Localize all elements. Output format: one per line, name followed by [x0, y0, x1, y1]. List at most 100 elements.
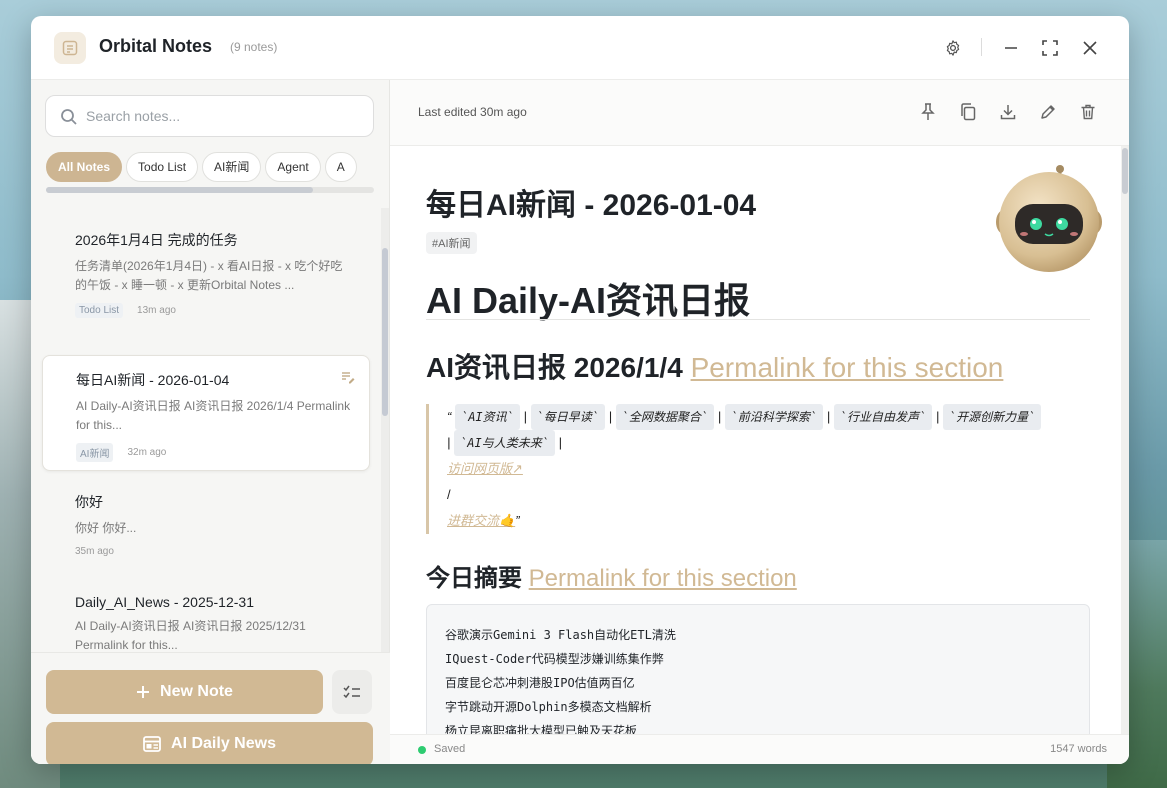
permalink-link[interactable]: Permalink for this section	[529, 565, 797, 592]
sidebar-actions: New Note AI Daily News	[31, 652, 390, 764]
note-list-scrollbar[interactable]	[381, 208, 389, 652]
quote-close-mark: ”	[515, 513, 520, 528]
filter-chip-todo-list[interactable]: Todo List	[126, 152, 199, 182]
checklist-icon	[343, 685, 360, 699]
join-group-link[interactable]: 进群交流🤙	[447, 513, 515, 528]
inline-code: `AI与人类未来`	[454, 430, 555, 456]
web-version-link[interactable]: 访问网页版↗	[447, 461, 523, 476]
title-bar-divider	[981, 38, 982, 56]
settings-button[interactable]	[941, 36, 965, 60]
sidebar: All NotesTodo ListAI新闻AgentA 2026年1月4日 完…	[31, 80, 390, 764]
quote-sep: |	[717, 409, 722, 424]
edit-indicator-icon	[341, 370, 355, 389]
note-preview: AI Daily-AI资讯日报 AI资讯日报 2026/1/4 Permalin…	[76, 399, 351, 432]
close-button[interactable]	[1078, 36, 1102, 60]
title-bar: Orbital Notes (9 notes)	[31, 16, 1129, 80]
heading-1: AI Daily-AI资讯日报	[426, 280, 751, 321]
document-tag[interactable]: #AI新闻	[426, 232, 477, 254]
filter-chip-agent[interactable]: Agent	[265, 152, 321, 182]
note-item[interactable]: Daily_AI_News - 2025-12-31 AI Daily-AI资讯…	[42, 576, 370, 652]
ai-daily-news-label: AI Daily News	[171, 735, 276, 752]
note-item[interactable]: 2026年1月4日 完成的任务 任务清单(2026年1月4日) - x 看AI日…	[42, 214, 370, 332]
pin-button[interactable]	[917, 101, 939, 123]
filter-scrollbar-thumb[interactable]	[46, 187, 313, 193]
note-item[interactable]: 你好 你好 你好... 35m ago	[42, 472, 370, 568]
note-list: 2026年1月4日 完成的任务 任务清单(2026年1月4日) - x 看AI日…	[31, 208, 390, 652]
quote-sep: |	[608, 409, 612, 424]
saved-indicator-dot	[418, 746, 426, 754]
close-icon	[1083, 41, 1097, 55]
note-title: Daily_AI_News - 2025-12-31	[75, 594, 254, 610]
inline-code: `每日早读`	[530, 404, 605, 430]
search-box[interactable]	[45, 95, 374, 137]
inline-code: `前沿科学探索`	[724, 404, 824, 430]
quote-slash: /	[447, 487, 451, 502]
inline-code: `AI资讯`	[454, 404, 520, 430]
trash-icon	[1081, 104, 1095, 120]
app-title: Orbital Notes	[99, 36, 213, 56]
quote-sep: |	[558, 435, 562, 450]
quote-sep: |	[447, 435, 451, 450]
minimize-icon	[1005, 47, 1017, 49]
download-icon	[1000, 105, 1016, 120]
quote-sep: |	[935, 409, 940, 424]
note-count: (9 notes)	[230, 40, 278, 54]
delete-button[interactable]	[1077, 101, 1099, 123]
note-tag: Todo List	[75, 303, 124, 318]
filter-chip-all-notes[interactable]: All Notes	[46, 152, 123, 182]
note-title: 每日AI新闻 - 2026-01-04	[76, 372, 230, 388]
note-meta: 35m ago	[75, 546, 354, 557]
heading-2: AI资讯日报 2026/1/4 Permalink for this secti…	[426, 346, 1003, 386]
code-line: IQuest-Coder代码模型涉嫌训练集作弊	[445, 652, 664, 666]
newspaper-icon	[143, 736, 161, 752]
ai-daily-news-button[interactable]: AI Daily News	[46, 722, 373, 764]
note-list-scrollbar-thumb[interactable]	[382, 248, 388, 416]
note-preview: AI Daily-AI资讯日报 AI资讯日报 2025/12/31 Permal…	[75, 619, 306, 652]
note-tag: AI新闻	[76, 443, 114, 462]
code-line: 谷歌演示Gemini 3 Flash自动化ETL清洗	[445, 628, 676, 642]
search-icon	[61, 109, 77, 125]
code-line: 杨立昆离职痛批大模型已触及天花板	[445, 724, 638, 734]
filter-chip-ai-news[interactable]: AI新闻	[202, 152, 262, 182]
maximize-button[interactable]	[1038, 36, 1062, 60]
quote-open-mark: “	[447, 409, 452, 424]
new-note-label: New Note	[160, 683, 233, 700]
search-input[interactable]	[86, 96, 366, 136]
checklist-button[interactable]	[332, 670, 372, 714]
editor-scrollbar[interactable]	[1121, 146, 1129, 734]
word-count: 1547 words	[1050, 743, 1107, 755]
quote-sep: |	[523, 409, 527, 424]
permalink-link[interactable]: Permalink for this section	[691, 352, 1004, 383]
pin-icon	[921, 103, 935, 120]
heading-3-text: 今日摘要	[426, 565, 522, 592]
note-preview: 任务清单(2026年1月4日) - x 看AI日报 - x 吃个好吃的午饭 - …	[75, 259, 343, 292]
minimize-button[interactable]	[999, 36, 1023, 60]
new-note-button[interactable]: New Note	[46, 670, 323, 714]
robot-mascot-icon[interactable]	[990, 164, 1108, 282]
heading-rule	[426, 319, 1090, 320]
filter-scrollbar[interactable]	[46, 187, 374, 193]
edit-button[interactable]	[1037, 101, 1059, 123]
inline-code: `行业自由发声`	[833, 404, 933, 430]
note-title: 2026年1月4日 完成的任务	[75, 232, 238, 248]
heading-3: 今日摘要 Permalink for this section	[426, 558, 797, 593]
note-meta: AI新闻 32m ago	[76, 443, 353, 462]
code-block: 谷歌演示Gemini 3 Flash自动化ETL清洗 IQuest-Coder代…	[426, 604, 1090, 734]
document-title: 每日AI新闻 - 2026-01-04	[426, 189, 757, 222]
inline-code: `全网数据聚合`	[615, 404, 715, 430]
editor-scrollbar-thumb[interactable]	[1122, 148, 1128, 194]
note-preview: 你好 你好...	[75, 521, 137, 535]
copy-icon	[961, 103, 976, 121]
filter-chip-more[interactable]: A	[324, 152, 357, 182]
gear-icon	[946, 40, 960, 56]
fullscreen-icon	[1042, 40, 1058, 56]
save-status: Saved	[434, 743, 466, 755]
editor-toolbar: Last edited 30m ago	[390, 80, 1129, 146]
download-button[interactable]	[997, 101, 1019, 123]
pencil-icon	[1041, 105, 1055, 119]
note-title: 你好	[75, 494, 103, 510]
inline-code: `开源创新力量`	[942, 404, 1042, 430]
last-edited: Last edited 30m ago	[418, 105, 527, 119]
note-item-selected[interactable]: 每日AI新闻 - 2026-01-04 AI Daily-AI资讯日报 AI资讯…	[42, 355, 370, 471]
copy-button[interactable]	[957, 101, 979, 123]
